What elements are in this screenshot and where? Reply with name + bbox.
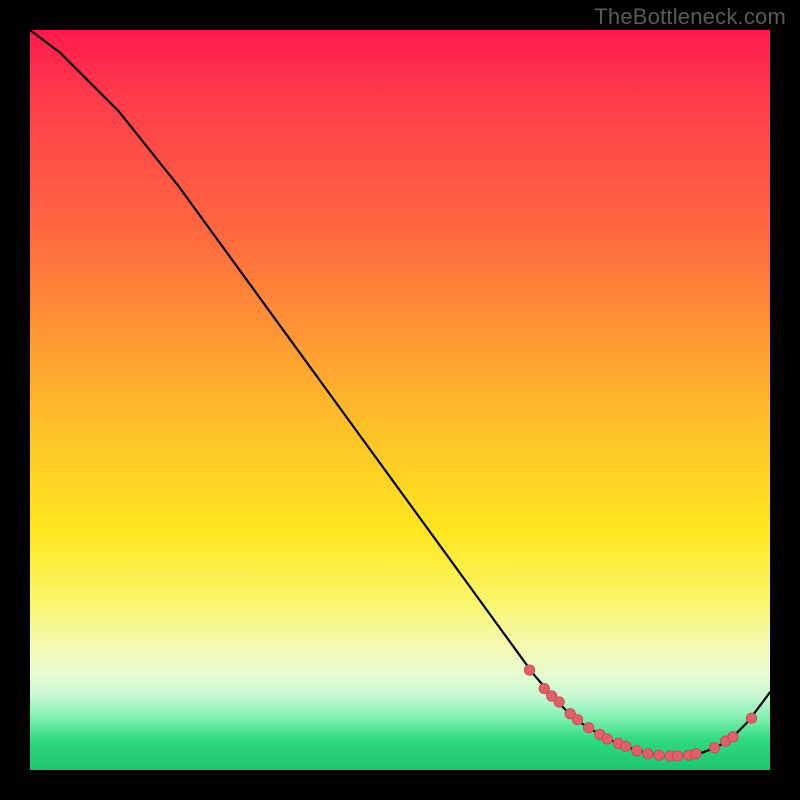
curve-dot bbox=[672, 751, 682, 761]
curve-dot bbox=[632, 746, 642, 756]
bottleneck-curve bbox=[30, 30, 770, 756]
curve-dot bbox=[554, 697, 564, 707]
curve-dot bbox=[621, 741, 631, 751]
curve-dot bbox=[691, 749, 701, 759]
curve-dot bbox=[602, 734, 612, 744]
curve-dot bbox=[524, 665, 534, 675]
curve-dot bbox=[654, 750, 664, 760]
curve-dot bbox=[728, 732, 738, 742]
curve-dot bbox=[643, 749, 653, 759]
chart-svg bbox=[30, 30, 770, 770]
curve-dot bbox=[572, 714, 582, 724]
watermark-text: TheBottleneck.com bbox=[594, 4, 786, 30]
chart-frame: TheBottleneck.com bbox=[0, 0, 800, 800]
curve-dot bbox=[746, 713, 756, 723]
curve-dot bbox=[709, 743, 719, 753]
plot-area bbox=[30, 30, 770, 770]
highlight-dots bbox=[524, 665, 756, 761]
curve-dot bbox=[584, 723, 594, 733]
